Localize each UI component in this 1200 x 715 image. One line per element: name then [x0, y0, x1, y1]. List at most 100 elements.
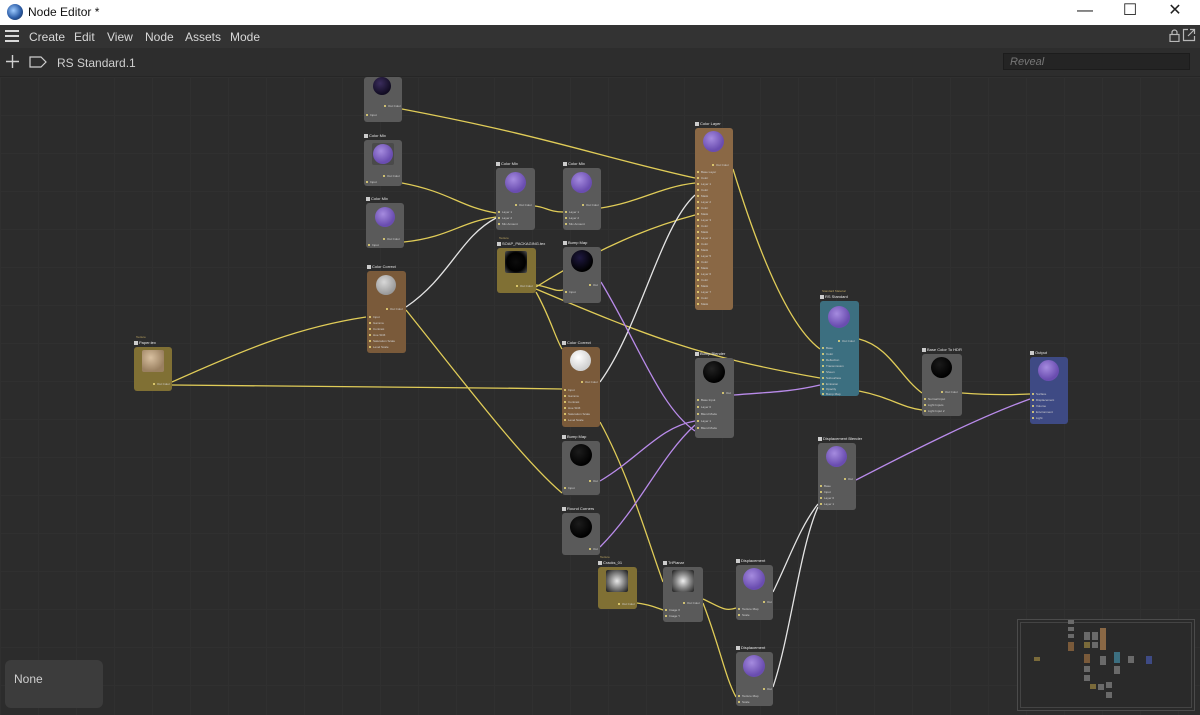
port-saturation[interactable]: Saturation Scale	[564, 412, 590, 416]
node-texture-soap[interactable]: Texture SOAP_PACKAGING.tex Out Color	[497, 236, 545, 293]
port-bump[interactable]: Bump Map	[822, 392, 841, 396]
node-texture-cracks[interactable]: Texture Cracks_01 Out Color	[598, 555, 637, 609]
port-out-color[interactable]: Out Color	[712, 163, 729, 167]
port-layer0[interactable]: Layer 0	[820, 496, 834, 500]
port-input[interactable]: Input	[565, 290, 576, 294]
port-input[interactable]: Input	[564, 486, 575, 490]
node-triplanar[interactable]: TriPlanar Out Color Image X Image Y	[663, 560, 703, 622]
port-color[interactable]: Color	[697, 188, 708, 192]
maximize-button[interactable]: ☐	[1107, 0, 1153, 25]
port-scale[interactable]: Scale	[738, 613, 750, 617]
port-out[interactable]: Out	[763, 600, 772, 604]
port-layer1[interactable]: Layer 1	[565, 210, 579, 214]
port-level[interactable]: Level Scale	[369, 345, 389, 349]
port-saturation[interactable]: Saturation Scale	[369, 339, 395, 343]
port-blend-mode[interactable]: Blend Mode	[697, 412, 717, 416]
port-layer6[interactable]: Layer 6	[697, 272, 711, 276]
port-subsurface[interactable]: Subsurface	[822, 376, 841, 380]
close-button[interactable]: ✕	[1152, 0, 1198, 25]
port-layer7[interactable]: Layer 7	[697, 290, 711, 294]
port-light[interactable]: Light	[1032, 416, 1043, 420]
node-bump-blender[interactable]: Bump Blender Out Base Input Layer 0 Blen…	[695, 351, 734, 438]
minimize-button[interactable]: —	[1062, 0, 1108, 25]
menu-edit[interactable]: Edit	[74, 30, 95, 44]
port-surface[interactable]: Surface	[1032, 392, 1046, 396]
port-input[interactable]: Input	[366, 113, 377, 117]
node-displacement-a[interactable]: Displacement Out Texture Map Scale	[736, 558, 773, 620]
node-color-correct-a[interactable]: Color Correct Out Color Input Gamma Cont…	[367, 264, 406, 353]
port-input[interactable]: Input	[369, 315, 380, 319]
port-layer1[interactable]: Layer 1	[697, 419, 711, 423]
port-out-color[interactable]: Out Color	[581, 380, 598, 384]
node-rs-standard[interactable]: Standard Material RS Standard Out Color …	[820, 289, 859, 396]
port-hue-shift[interactable]: Hue Shift	[564, 406, 580, 410]
port-emission[interactable]: Emission	[822, 382, 838, 386]
node-top-partial[interactable]: Out Color Input	[364, 77, 402, 122]
port-layer5[interactable]: Layer 5	[697, 254, 711, 258]
port-out[interactable]: Out	[589, 479, 598, 483]
node-color-layer[interactable]: Color Layer Out Color Base Layer Color L…	[695, 121, 733, 310]
port-image-y[interactable]: Image Y	[665, 614, 680, 618]
port-reflection[interactable]: Reflection	[822, 358, 839, 362]
port-gamma[interactable]: Gamma	[564, 394, 579, 398]
port-base[interactable]: Base	[822, 346, 833, 350]
node-bump-map-b[interactable]: Bump Map Out Input	[562, 434, 600, 495]
port-gamma[interactable]: Gamma	[369, 321, 384, 325]
port-layer1[interactable]: Layer 1	[498, 210, 512, 214]
port-mask[interactable]: Mask	[697, 248, 708, 252]
port-out-color[interactable]: Out Color	[941, 390, 958, 394]
port-displacement[interactable]: Displacement	[1032, 398, 1054, 402]
node-bump-map-a[interactable]: Bump Map Out Input	[563, 240, 601, 303]
port-color[interactable]: Color	[697, 242, 708, 246]
node-base-color-to-hdr[interactable]: Base Color To HDR Out Color Normal Input…	[922, 347, 962, 416]
port-mask[interactable]: Mask	[697, 212, 708, 216]
port-out[interactable]: Out	[589, 547, 598, 551]
minimap[interactable]	[1017, 619, 1195, 711]
port-light-input-2[interactable]: Light Input 2	[924, 409, 945, 413]
popout-icon[interactable]	[1182, 28, 1196, 42]
port-mix-amount[interactable]: Mix Amount	[498, 222, 518, 226]
menu-assets[interactable]: Assets	[185, 30, 221, 44]
node-color-mix-d[interactable]: Color Mix Out Color Layer 1 Layer 2 Mix …	[563, 161, 601, 230]
port-texture-map[interactable]: Texture Map	[738, 607, 759, 611]
port-out[interactable]: Out	[763, 687, 772, 691]
port-scale[interactable]: Scale	[738, 700, 750, 704]
breadcrumb[interactable]: RS Standard.1	[57, 56, 136, 70]
port-out-color[interactable]: Out Color	[516, 284, 533, 288]
node-color-correct-b[interactable]: Color Correct Out Color Input Gamma Cont…	[562, 340, 600, 427]
port-out-color[interactable]: Out Color	[582, 203, 599, 207]
port-out[interactable]: Out	[844, 477, 853, 481]
port-base-layer[interactable]: Base Layer	[697, 170, 716, 174]
port-out-color[interactable]: Out Color	[838, 339, 855, 343]
port-out-color[interactable]: Out Color	[515, 203, 532, 207]
node-displacement-blender[interactable]: Displacement Blender Out Base Input Laye…	[818, 436, 862, 510]
node-texture-paper[interactable]: Texture Paper.tex Out Color	[134, 335, 172, 391]
port-out-color[interactable]: Out Color	[383, 174, 400, 178]
port-mask[interactable]: Mask	[697, 302, 708, 306]
port-layer2[interactable]: Layer 2	[498, 216, 512, 220]
port-transmission[interactable]: Transmission	[822, 364, 844, 368]
port-layer2[interactable]: Layer 2	[697, 200, 711, 204]
node-displacement-b[interactable]: Displacement Out Texture Map Scale	[736, 645, 773, 706]
menu-create[interactable]: Create	[29, 30, 65, 44]
node-round-corners[interactable]: Round Corners Out	[562, 506, 600, 555]
port-layer4[interactable]: Layer 4	[697, 236, 711, 240]
port-base[interactable]: Base	[820, 484, 831, 488]
port-mask[interactable]: Mask	[697, 284, 708, 288]
port-contrast[interactable]: Contrast	[564, 400, 579, 404]
port-contrast[interactable]: Contrast	[369, 327, 384, 331]
plus-icon[interactable]	[5, 54, 20, 69]
menu-view[interactable]: View	[107, 30, 133, 44]
port-out-color[interactable]: Out Color	[386, 307, 403, 311]
port-sheen[interactable]: Sheen	[822, 370, 835, 374]
port-texture-map[interactable]: Texture Map	[738, 694, 759, 698]
port-out[interactable]: Out	[589, 283, 598, 287]
port-color[interactable]: Color	[697, 176, 708, 180]
port-base-input[interactable]: Base Input	[697, 398, 715, 402]
node-color-mix-b[interactable]: Color Mix Out Color Input	[366, 196, 404, 248]
port-layer0[interactable]: Layer 0	[697, 405, 711, 409]
port-color[interactable]: Color	[697, 206, 708, 210]
port-blend-mode[interactable]: Blend Mode	[697, 426, 717, 430]
node-color-mix-c[interactable]: Color Mix Out Color Layer 1 Layer 2 Mix …	[496, 161, 535, 230]
tag-icon[interactable]	[29, 56, 47, 68]
